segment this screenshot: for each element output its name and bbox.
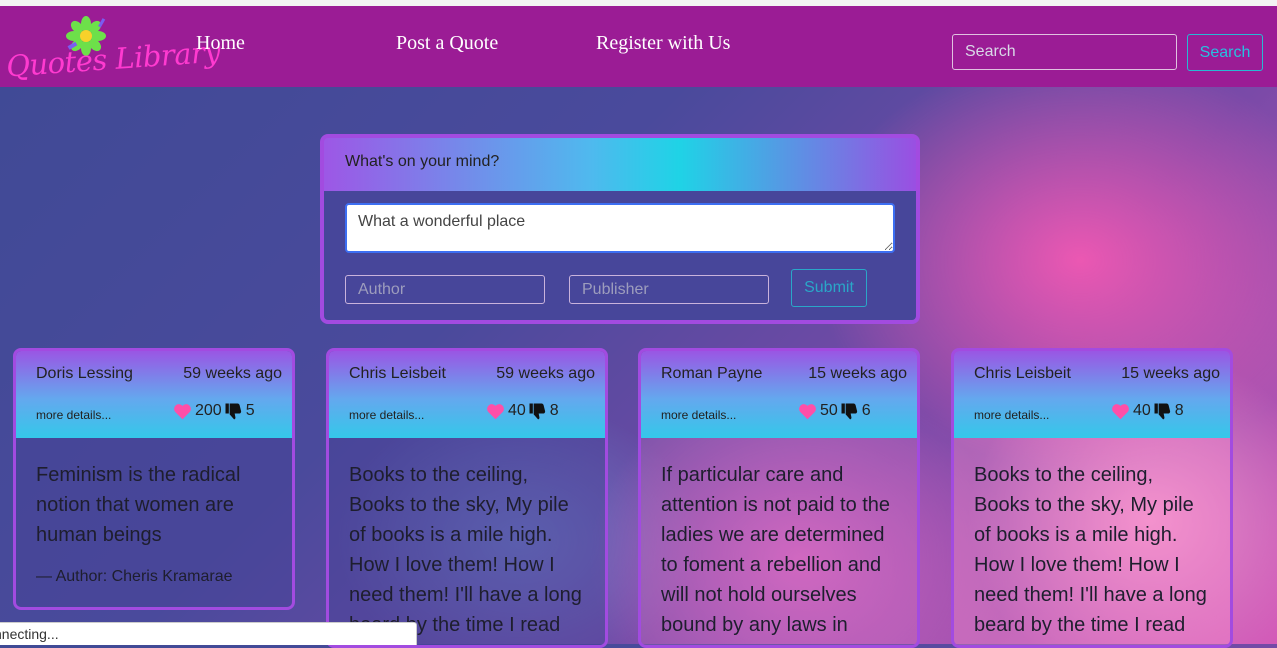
quote-author: Chris Leisbeit	[974, 365, 1071, 382]
quote-card-body: Feminism is the radical notion that wome…	[16, 438, 292, 607]
browser-status-bar: nnecting...	[0, 622, 417, 645]
quote-attribution: — Author: Cheris Kramarae	[36, 568, 233, 585]
quote-card-header: Chris Leisbeit 59 weeks ago more details…	[329, 351, 605, 438]
more-details-link[interactable]: more details...	[349, 408, 424, 422]
heart-icon[interactable]	[486, 403, 505, 420]
heart-icon[interactable]	[173, 403, 192, 420]
like-count: 40	[1133, 402, 1151, 419]
nav-link-home[interactable]: Home	[196, 32, 245, 55]
vote-counts: 200 5	[173, 401, 255, 421]
dislike-count: 6	[861, 402, 871, 419]
more-details-link[interactable]: more details...	[661, 408, 736, 422]
nav-link-register[interactable]: Register with Us	[596, 32, 730, 55]
vote-counts: 40 8	[486, 401, 559, 421]
quote-timestamp: 59 weeks ago	[183, 365, 282, 382]
quote-card-body: Books to the ceiling, Books to the sky, …	[954, 438, 1230, 645]
vote-counts: 40 8	[1111, 401, 1184, 421]
thumbs-down-icon[interactable]	[223, 401, 243, 421]
quote-author: Roman Payne	[661, 365, 763, 382]
quote-card: Chris Leisbeit 15 weeks ago more details…	[951, 348, 1233, 648]
search-input[interactable]	[952, 34, 1177, 70]
quote-timestamp: 59 weeks ago	[496, 365, 595, 382]
heart-icon[interactable]	[798, 403, 817, 420]
nav-link-post-quote[interactable]: Post a Quote	[396, 32, 498, 55]
submit-button[interactable]: Submit	[791, 269, 867, 307]
thumbs-down-icon[interactable]	[1152, 401, 1172, 421]
logo[interactable]: Quotes Library	[4, 16, 221, 83]
quote-text: Books to the ceiling, Books to the sky, …	[349, 464, 582, 636]
quote-timestamp: 15 weeks ago	[1121, 365, 1220, 382]
vote-counts: 50 6	[798, 401, 871, 421]
thumbs-down-icon[interactable]	[839, 401, 859, 421]
quote-card: Chris Leisbeit 59 weeks ago more details…	[326, 348, 608, 648]
quote-card: Doris Lessing 59 weeks ago more details.…	[13, 348, 295, 610]
quote-text: If particular care and attention is not …	[661, 464, 891, 636]
quote-author: Chris Leisbeit	[349, 365, 446, 382]
status-text: nnecting...	[0, 626, 59, 642]
quote-card-header: Doris Lessing 59 weeks ago more details.…	[16, 351, 292, 438]
quote-card-body: If particular care and attention is not …	[641, 438, 917, 645]
dislike-count: 8	[1174, 402, 1184, 419]
logo-text: Quotes Library	[5, 34, 222, 84]
more-details-link[interactable]: more details...	[36, 408, 111, 422]
quote-text: Books to the ceiling, Books to the sky, …	[974, 464, 1207, 636]
like-count: 50	[820, 402, 838, 419]
quote-card: Roman Payne 15 weeks ago more details...…	[638, 348, 920, 648]
post-quote-card: What's on your mind? What a wonderful pl…	[320, 134, 920, 324]
quote-card-header: Chris Leisbeit 15 weeks ago more details…	[954, 351, 1230, 438]
post-card-header: What's on your mind?	[345, 153, 500, 170]
publisher-input[interactable]	[569, 275, 769, 304]
dislike-count: 5	[245, 402, 255, 419]
like-count: 40	[508, 402, 526, 419]
dislike-count: 8	[549, 402, 559, 419]
quote-text: Feminism is the radical notion that wome…	[36, 464, 241, 546]
like-count: 200	[195, 402, 222, 419]
quote-timestamp: 15 weeks ago	[808, 365, 907, 382]
quote-textarea[interactable]: What a wonderful place	[345, 203, 895, 253]
more-details-link[interactable]: more details...	[974, 408, 1049, 422]
author-input[interactable]	[345, 275, 545, 304]
heart-icon[interactable]	[1111, 403, 1130, 420]
quote-author: Doris Lessing	[36, 365, 133, 382]
post-card-body: What a wonderful place Submit	[324, 191, 916, 320]
thumbs-down-icon[interactable]	[527, 401, 547, 421]
search-button[interactable]: Search	[1187, 34, 1263, 71]
quote-card-body: Books to the ceiling, Books to the sky, …	[329, 438, 605, 645]
navbar: Quotes Library Home Post a Quote Registe…	[0, 6, 1277, 87]
quote-card-header: Roman Payne 15 weeks ago more details...…	[641, 351, 917, 438]
